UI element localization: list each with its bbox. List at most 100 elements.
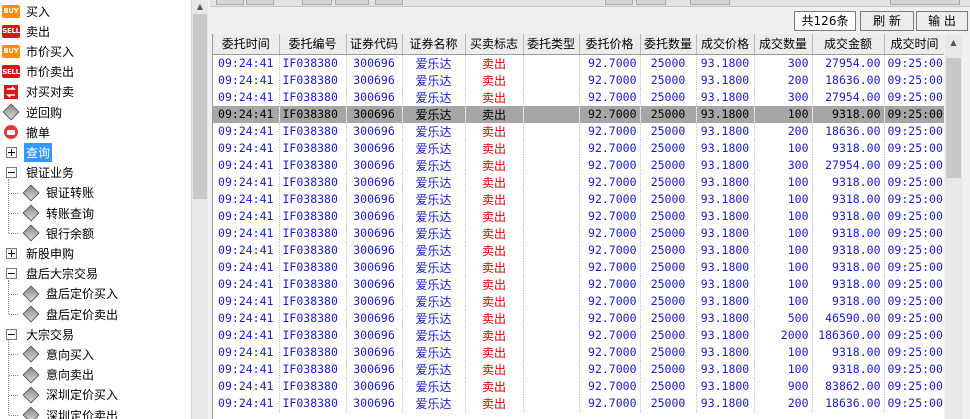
tree-item[interactable]: 银证业务 (0, 163, 191, 183)
table-row[interactable]: 09:24:41 IF038380 300696 爱乐达 卖出 92.7000 25000 9… (213, 173, 944, 191)
tree-item[interactable]: 盘后定价买入 (0, 284, 191, 304)
collapse-minus-icon[interactable] (2, 326, 20, 342)
table-cell: IF038380 (279, 292, 347, 310)
column-header[interactable]: 证券名称 (402, 34, 466, 55)
table-cell: 93.1800 (696, 377, 755, 395)
table-row[interactable]: 09:24:41 IF038380 300696 爱乐达 卖出 92.7000 25000 9… (213, 207, 944, 225)
table-row[interactable]: 09:24:41 IF038380 300696 爱乐达 卖出 92.7000 25000 9… (213, 360, 944, 378)
table-cell: 300696 (346, 122, 403, 140)
tree-item[interactable]: SELL 卖出 (0, 21, 191, 41)
table-row[interactable]: 09:24:41 IF038380 300696 爱乐达 卖出 92.7000 25000 9… (213, 292, 944, 310)
table-row[interactable]: 09:24:41 IF038380 300696 爱乐达 卖出 92.7000 25000 9… (213, 190, 944, 208)
tree-item[interactable]: 转账查询 (0, 203, 191, 223)
table-cell: IF038380 (279, 88, 347, 106)
scroll-up-arrow-icon[interactable]: ▲ (945, 36, 962, 50)
column-header[interactable]: 成交价格 (696, 34, 755, 55)
top-strip-button[interactable] (690, 0, 730, 5)
table-cell (523, 377, 580, 395)
refresh-button[interactable]: 刷 新 (860, 11, 914, 31)
tree-item[interactable]: 深圳定价卖出 (0, 405, 191, 419)
column-header[interactable]: 委托数量 (640, 34, 697, 55)
table-row[interactable]: 09:24:41 IF038380 300696 爱乐达 卖出 92.7000 25000 9… (213, 241, 944, 259)
tree-item[interactable]: 盘后大宗交易 (0, 264, 191, 284)
tree-item[interactable]: 意向卖出 (0, 365, 191, 385)
table-cell: 100 (754, 173, 813, 191)
table-row[interactable]: 09:24:41 IF038380 300696 爱乐达 卖出 92.7000 25000 9… (213, 326, 944, 344)
table-row[interactable]: 09:24:41 IF038380 300696 爱乐达 卖出 92.7000 25000 9… (213, 224, 944, 242)
tree-item[interactable]: 意向买入 (0, 344, 191, 364)
column-header[interactable]: 成交金额 (812, 34, 885, 55)
tree-scrollbar[interactable]: ▲ (191, 0, 208, 419)
column-header[interactable]: 成交时间 (884, 34, 944, 55)
tree-item[interactable]: 对买对卖 (0, 82, 191, 102)
expand-plus-icon[interactable] (2, 144, 20, 160)
tree-item[interactable]: 深圳定价买入 (0, 385, 191, 405)
table-cell (523, 224, 580, 242)
table-row[interactable]: 09:24:41 IF038380 300696 爱乐达 卖出 92.7000 25000 9… (213, 88, 944, 106)
table-cell: 09:24:41 (213, 105, 280, 123)
tree-item[interactable]: BUY 买入 (0, 1, 191, 21)
table-row[interactable]: 09:24:41 IF038380 300696 爱乐达 卖出 92.7000 25000 9… (213, 343, 944, 361)
table-cell: 9318.00 (812, 139, 885, 157)
table-row[interactable]: 09:24:41 IF038380 300696 爱乐达 卖出 92.7000 25000 9… (213, 54, 944, 72)
tree-item[interactable]: 新股申购 (0, 243, 191, 263)
table-cell: 18636.00 (812, 122, 885, 140)
top-strip-button[interactable] (375, 0, 403, 5)
top-strip-button[interactable] (636, 0, 666, 5)
table-cell: 爱乐达 (402, 156, 466, 174)
table-row[interactable]: 09:24:41 IF038380 300696 爱乐达 卖出 92.7000 25000 9… (213, 309, 944, 327)
table-row[interactable]: 09:24:41 IF038380 300696 爱乐达 卖出 92.7000 25000 9… (213, 122, 944, 140)
column-header[interactable]: 委托时间 (213, 34, 280, 55)
grid-scrollbar-thumb[interactable] (946, 58, 961, 178)
top-strip-button[interactable] (335, 0, 369, 5)
column-header[interactable]: 委托类型 (523, 34, 580, 55)
column-header[interactable]: 委托价格 (579, 34, 641, 55)
table-row[interactable]: 09:24:41 IF038380 300696 爱乐达 卖出 92.7000 25000 9… (213, 71, 944, 89)
tree-item-label: 转账查询 (46, 206, 95, 221)
tree-item[interactable]: 大宗交易 (0, 324, 191, 344)
top-strip-button[interactable] (302, 0, 332, 5)
top-strip-button[interactable] (890, 0, 960, 5)
tree-item[interactable]: 银证转账 (0, 183, 191, 203)
tree-item[interactable]: 撤单 (0, 122, 191, 142)
tree-item-label: 银行余额 (46, 226, 95, 241)
grid-scrollbar[interactable]: ▲ (945, 34, 962, 419)
table-cell: 92.7000 (579, 122, 641, 140)
table-cell: 92.7000 (579, 105, 641, 123)
table-row[interactable]: 09:24:41 IF038380 300696 爱乐达 卖出 92.7000 25000 9… (213, 156, 944, 174)
tree-item[interactable]: 逆回购 (0, 102, 191, 122)
table-cell: 09:25:00 (884, 207, 944, 225)
collapse-minus-icon[interactable] (2, 165, 20, 181)
column-header[interactable]: 委托编号 (279, 34, 347, 55)
top-strip-button[interactable] (216, 0, 244, 5)
tree-item[interactable]: SELL 市价卖出 (0, 62, 191, 82)
table-cell: 25000 (640, 326, 697, 344)
export-button[interactable]: 输 出 (916, 11, 968, 31)
scroll-up-arrow-icon[interactable]: ▲ (192, 0, 208, 14)
table-cell: 100 (754, 105, 813, 123)
table-cell: IF038380 (279, 394, 347, 412)
table-row[interactable]: 09:24:41 IF038380 300696 爱乐达 卖出 92.7000 25000 9… (213, 139, 944, 157)
table-row[interactable]: 09:24:41 IF038380 300696 爱乐达 卖出 92.7000 25000 9… (213, 105, 944, 123)
column-header[interactable]: 买卖标志 (465, 34, 524, 55)
tree-item[interactable]: 查询 (0, 142, 191, 162)
table-row[interactable]: 09:24:41 IF038380 300696 爱乐达 卖出 92.7000 25000 9… (213, 258, 944, 276)
tree-item[interactable]: BUY 市价买入 (0, 41, 191, 61)
top-strip-button[interactable] (246, 0, 274, 5)
table-cell: 25000 (640, 360, 697, 378)
expand-plus-icon[interactable] (2, 245, 20, 261)
table-row[interactable]: 09:24:41 IF038380 300696 爱乐达 卖出 92.7000 25000 9… (213, 377, 944, 395)
table-row[interactable]: 09:24:41 IF038380 300696 爱乐达 卖出 92.7000 25000 9… (213, 394, 944, 412)
tree-scrollbar-thumb[interactable] (193, 14, 207, 199)
table-cell: 92.7000 (579, 377, 641, 395)
column-header[interactable]: 证券代码 (346, 34, 403, 55)
table-cell: 92.7000 (579, 156, 641, 174)
tree-item[interactable]: 盘后定价卖出 (0, 304, 191, 324)
table-row[interactable]: 09:24:41 IF038380 300696 爱乐达 卖出 92.7000 25000 9… (213, 275, 944, 293)
top-strip-button[interactable] (605, 0, 633, 5)
column-header[interactable]: 成交数量 (754, 34, 813, 55)
table-cell: 09:24:41 (213, 224, 280, 242)
collapse-minus-icon[interactable] (2, 266, 20, 282)
tree-item[interactable]: 银行余额 (0, 223, 191, 243)
buy-badge-icon: BUY (2, 3, 20, 19)
